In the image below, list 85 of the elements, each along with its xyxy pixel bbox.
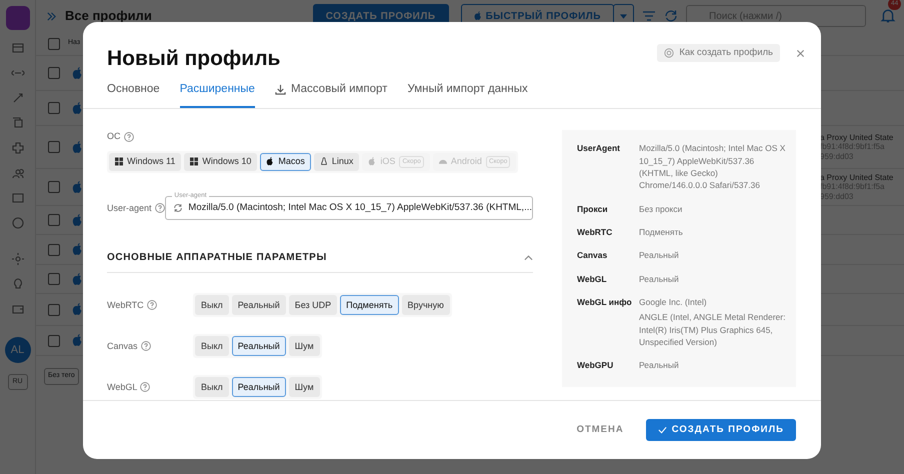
apple-icon — [266, 157, 274, 166]
check-icon — [658, 426, 667, 434]
filter-icon[interactable] — [642, 9, 656, 23]
summary-label: WebGPU — [577, 359, 614, 372]
option-button[interactable]: Выкл — [195, 377, 229, 398]
option-button[interactable]: Выкл — [195, 295, 229, 316]
os-option[interactable]: Linux — [314, 152, 360, 171]
caret-icon — [620, 14, 627, 18]
refresh-icon[interactable] — [664, 9, 678, 23]
checkbox[interactable] — [48, 334, 60, 346]
collapse-icon[interactable] — [524, 254, 533, 261]
browser-icon[interactable] — [10, 41, 24, 55]
cancel-button[interactable]: ОТМЕНА — [570, 422, 630, 438]
tab[interactable]: Массовый импорт — [274, 81, 388, 108]
option-button[interactable]: Шум — [288, 377, 320, 398]
option-button[interactable]: Выкл — [195, 336, 229, 356]
checkbox[interactable] — [48, 273, 60, 285]
user-agent-value: Mozilla/5.0 (Macintosh; Intel Mac OS X 10_15_7) AppleWebKit/537.36 (KHTML,... — [188, 201, 532, 216]
apple-icon — [72, 66, 83, 80]
summary-value: Реальный — [639, 272, 679, 285]
apple-icon — [368, 157, 376, 166]
copy-icon[interactable] — [10, 116, 24, 130]
field-label: WebGL — [107, 380, 138, 394]
section-title: ОСНОВНЫЕ АППАРАТНЫЕ ПАРАМЕТРЫ — [107, 251, 327, 266]
option-button[interactable]: Реальный — [232, 336, 286, 356]
option-button[interactable]: Реальный — [232, 295, 286, 316]
tab[interactable]: Основное — [107, 81, 160, 108]
summary-value: Реальный — [639, 249, 679, 262]
apple-icon — [72, 303, 83, 316]
apple-icon — [474, 11, 482, 21]
os-option[interactable]: Macos — [260, 152, 311, 171]
option-button[interactable]: Без UDP — [288, 295, 338, 316]
page-title: Все профили — [65, 7, 152, 26]
checkbox[interactable] — [48, 244, 60, 256]
summary-label: WebGL инфо — [577, 296, 633, 309]
summary-label: WebGL — [577, 272, 608, 286]
checkbox[interactable] — [48, 304, 60, 316]
download-icon — [274, 84, 286, 96]
tab[interactable]: Расширенные — [180, 81, 255, 108]
summary-value: ANGLE (Intel, ANGLE Metal Renderer: Intel(R) Iris(TM) Plus Graphics 645, Unspecified Version) — [639, 311, 786, 348]
windows-icon — [190, 157, 198, 166]
tab[interactable]: Умный импорт данных — [407, 81, 528, 108]
summary-value: Mozilla/5.0 (Macintosh; Intel Mac OS X 10_15_7) AppleWebKit/537.36 (KHTML, like Gecko) Chrome/146.0.0.0 Safari/537.36 — [639, 142, 786, 192]
apple-icon — [72, 140, 83, 154]
checkbox[interactable] — [48, 141, 60, 153]
checkbox[interactable] — [48, 102, 60, 114]
users-icon[interactable] — [10, 166, 24, 180]
modal-title: Новый профиль — [107, 46, 280, 72]
os-option[interactable]: Windows 10 — [184, 152, 258, 171]
apple-icon — [72, 180, 83, 194]
help-button[interactable]: Как создать профиль — [657, 44, 780, 62]
apple-icon — [72, 214, 83, 226]
summary-label: Прокси — [577, 202, 609, 216]
checkbox[interactable] — [48, 181, 60, 193]
apple-icon — [72, 272, 83, 286]
checkbox[interactable] — [48, 214, 60, 226]
field-label: Canvas — [107, 340, 138, 353]
summary-value: Без прокси — [639, 202, 682, 215]
field-label: ОС — [107, 130, 120, 144]
close-icon[interactable] — [796, 49, 805, 58]
option-button[interactable]: Реальный — [232, 377, 286, 398]
field-label: WebRTC — [107, 298, 144, 312]
checkbox[interactable] — [48, 67, 60, 79]
option-button[interactable]: Шум — [288, 336, 320, 356]
option-button[interactable]: Вручную — [402, 295, 450, 316]
summary-value: Google Inc. (Intel) — [639, 296, 708, 308]
summary-value: Подменять — [639, 226, 683, 238]
expand-icon[interactable] — [46, 10, 57, 22]
os-option[interactable]: Windows 11 — [109, 152, 182, 171]
option-button[interactable]: Подменять — [340, 295, 399, 316]
apple-icon — [72, 102, 83, 114]
summary-label: Canvas — [577, 249, 608, 262]
create-profile-button[interactable]: СОЗДАТЬ ПРОФИЛЬ — [646, 419, 796, 441]
apple-icon — [72, 243, 83, 256]
bell-icon[interactable] — [880, 8, 896, 24]
field-label: User-agent — [107, 202, 152, 215]
summary-value: Реальный — [639, 359, 679, 372]
apple-icon — [72, 334, 83, 347]
summary-label: WebRTC — [577, 226, 614, 239]
checkbox[interactable] — [48, 38, 60, 50]
android-icon — [438, 157, 447, 166]
summary-label: UserAgent — [577, 142, 621, 156]
windows-icon — [115, 157, 123, 166]
app-logo[interactable] — [6, 6, 30, 30]
lifebuoy-icon — [664, 48, 674, 58]
